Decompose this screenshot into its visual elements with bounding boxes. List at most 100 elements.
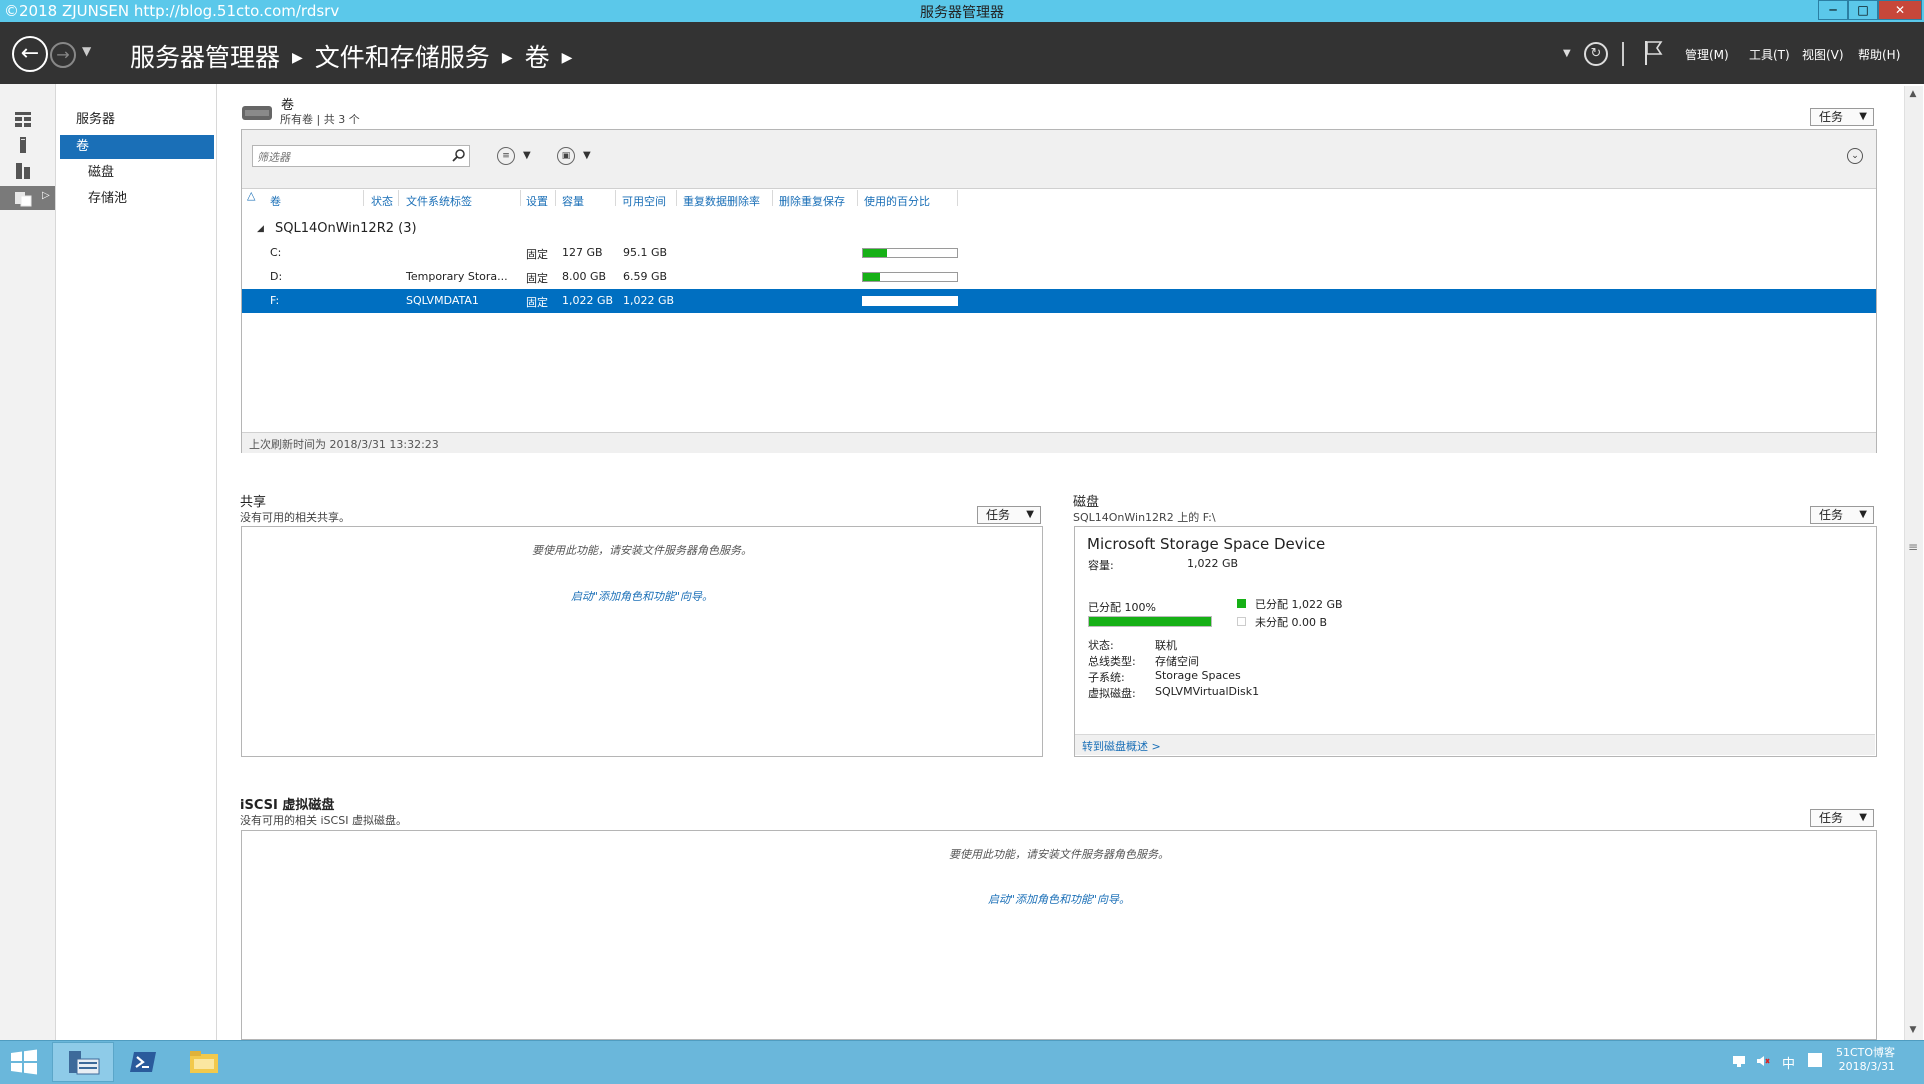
shares-add-roles-link[interactable]: 启动"添加角色和功能"向导。 bbox=[241, 588, 1043, 604]
powershell-icon[interactable] bbox=[128, 1048, 158, 1076]
shares-tasks-button[interactable]: 任务 ▼ bbox=[977, 506, 1041, 524]
col-separator bbox=[398, 190, 399, 206]
nav-item-servers[interactable]: 服务器 bbox=[60, 108, 214, 132]
refresh-icon[interactable]: ↻ bbox=[1584, 42, 1608, 66]
list-view-dropdown-icon[interactable]: ▼ bbox=[523, 150, 531, 161]
iscsi-add-roles-link[interactable]: 启动"添加角色和功能"向导。 bbox=[241, 891, 1877, 907]
col-setting[interactable]: 设置 bbox=[526, 193, 548, 209]
cell-capacity: 1,022 GB bbox=[562, 294, 614, 307]
scroll-thumb[interactable]: ≡ bbox=[1908, 540, 1918, 554]
table-row[interactable]: C: 固定 127 GB 95.1 GB bbox=[242, 241, 1876, 265]
shares-panel bbox=[241, 526, 1043, 757]
list-view-icon[interactable]: ≡ bbox=[497, 147, 515, 165]
taskbar-server-manager[interactable] bbox=[52, 1042, 114, 1082]
col-separator bbox=[772, 190, 773, 206]
save-query-dropdown-icon[interactable]: ▼ bbox=[583, 150, 591, 161]
search-icon[interactable] bbox=[452, 148, 466, 162]
minimize-button[interactable]: ─ bbox=[1818, 0, 1848, 20]
menu-tools[interactable]: 工具(T) bbox=[1749, 46, 1790, 63]
header-dropdown-icon[interactable]: ▼ bbox=[1563, 48, 1571, 59]
disk-title: 磁盘 bbox=[1073, 495, 1100, 510]
cell-free-space: 1,022 GB bbox=[623, 294, 675, 307]
col-free-space[interactable]: 可用空间 bbox=[622, 193, 666, 209]
scroll-down-icon[interactable]: ▼ bbox=[1904, 1022, 1922, 1038]
disk-prop-label: 总线类型: bbox=[1088, 655, 1136, 668]
windows-start-icon[interactable] bbox=[10, 1049, 38, 1075]
table-row-selected[interactable]: F: SQLVMDATA1 固定 1,022 GB 1,022 GB bbox=[242, 289, 1876, 313]
col-dedup-rate[interactable]: 重复数据删除率 bbox=[683, 193, 760, 209]
nav-item-volumes[interactable]: 卷 bbox=[60, 135, 214, 159]
allocation-bar bbox=[1088, 616, 1212, 627]
last-refresh-text: 上次刷新时间为 2018/3/31 13:32:23 bbox=[249, 438, 439, 451]
breadcrumb-server-manager[interactable]: 服务器管理器 bbox=[130, 43, 280, 72]
cell-free-space: 95.1 GB bbox=[623, 246, 668, 259]
maximize-button[interactable]: □ bbox=[1848, 0, 1878, 20]
sort-indicator-icon[interactable]: △ bbox=[247, 189, 255, 202]
tray-watermark-top: 51CTO博客 bbox=[1836, 1046, 1896, 1059]
all-servers-icon[interactable] bbox=[14, 162, 32, 180]
scroll-up-icon[interactable]: ▲ bbox=[1904, 86, 1922, 102]
file-storage-services-icon[interactable] bbox=[14, 189, 32, 207]
volume-muted-icon[interactable] bbox=[1756, 1054, 1770, 1068]
cell-free-space: 6.59 GB bbox=[623, 270, 668, 283]
col-separator bbox=[857, 190, 858, 206]
col-capacity[interactable]: 容量 bbox=[562, 193, 584, 209]
col-separator bbox=[615, 190, 616, 206]
chevron-right-icon[interactable]: ▶ bbox=[562, 50, 573, 66]
server-group-label[interactable]: SQL14OnWin12R2 (3) bbox=[275, 221, 417, 236]
filter-input[interactable] bbox=[255, 147, 439, 167]
expand-arrow-icon[interactable]: ▷ bbox=[42, 190, 50, 201]
tasks-label: 任务 bbox=[1819, 508, 1844, 522]
history-dropdown-icon[interactable]: ▼ bbox=[82, 44, 91, 58]
forward-arrow-icon[interactable]: → bbox=[50, 42, 76, 68]
save-query-icon[interactable]: ▣ bbox=[557, 147, 575, 165]
local-server-icon[interactable] bbox=[14, 136, 32, 154]
collapse-group-icon[interactable]: ◢ bbox=[257, 224, 264, 234]
cell-volume: D: bbox=[270, 270, 283, 283]
keyboard-layout-icon[interactable] bbox=[1808, 1053, 1822, 1067]
tray-watermark-bottom: 2018/3/31 bbox=[1838, 1060, 1896, 1073]
volumes-toolbar bbox=[242, 130, 1876, 189]
col-dedup-savings[interactable]: 删除重复保存 bbox=[779, 193, 845, 209]
vertical-scrollbar[interactable] bbox=[1904, 86, 1923, 1040]
cell-capacity: 127 GB bbox=[562, 246, 603, 259]
nav-item-disks[interactable]: 磁盘 bbox=[60, 161, 214, 185]
col-fs-label[interactable]: 文件系统标签 bbox=[406, 193, 472, 209]
close-button[interactable]: ✕ bbox=[1878, 0, 1922, 20]
percent-used-bar bbox=[862, 296, 958, 306]
menu-help[interactable]: 帮助(H) bbox=[1858, 46, 1900, 63]
menu-view[interactable]: 视图(V) bbox=[1802, 46, 1844, 63]
back-arrow-icon[interactable]: ← bbox=[12, 36, 48, 72]
percent-used-bar bbox=[862, 272, 958, 282]
percent-used-fill bbox=[863, 273, 880, 281]
filter-box[interactable] bbox=[252, 145, 470, 167]
iscsi-tasks-button[interactable]: 任务 ▼ bbox=[1810, 809, 1874, 827]
col-status[interactable]: 状态 bbox=[371, 193, 393, 209]
breadcrumb-file-storage[interactable]: 文件和存储服务 bbox=[315, 43, 490, 72]
breadcrumb-volumes[interactable]: 卷 bbox=[525, 43, 550, 72]
col-volume[interactable]: 卷 bbox=[270, 193, 281, 209]
tasks-label: 任务 bbox=[986, 508, 1011, 522]
cell-capacity: 8.00 GB bbox=[562, 270, 607, 283]
network-icon[interactable] bbox=[1732, 1054, 1746, 1068]
table-row[interactable]: D: Temporary Stora... 固定 8.00 GB 6.59 GB bbox=[242, 265, 1876, 289]
file-explorer-icon[interactable] bbox=[188, 1048, 220, 1076]
go-to-disk-overview-link[interactable]: 转到磁盘概述 > bbox=[1082, 738, 1161, 754]
cell-volume: F: bbox=[270, 294, 280, 307]
disk-tasks-button[interactable]: 任务 ▼ bbox=[1810, 506, 1874, 524]
volumes-tasks-button[interactable]: 任务 ▼ bbox=[1810, 108, 1874, 126]
volumes-status-bar: 上次刷新时间为 2018/3/31 13:32:23 bbox=[242, 432, 1876, 453]
cell-volume: C: bbox=[270, 246, 282, 259]
server-manager-icon bbox=[69, 1051, 100, 1075]
col-separator bbox=[957, 190, 958, 206]
menu-manage[interactable]: 管理(M) bbox=[1685, 46, 1729, 63]
expand-panel-icon[interactable]: ⌄ bbox=[1847, 148, 1863, 164]
dashboard-icon[interactable] bbox=[14, 110, 32, 128]
notifications-flag-icon[interactable] bbox=[1643, 40, 1663, 66]
ime-indicator[interactable]: 中 bbox=[1782, 1053, 1795, 1072]
cell-setting: 固定 bbox=[526, 272, 548, 285]
unallocated-legend-swatch bbox=[1237, 617, 1246, 626]
col-percent-used[interactable]: 使用的百分比 bbox=[864, 193, 930, 209]
col-separator bbox=[363, 190, 364, 206]
nav-item-storage-pools[interactable]: 存储池 bbox=[60, 187, 214, 211]
